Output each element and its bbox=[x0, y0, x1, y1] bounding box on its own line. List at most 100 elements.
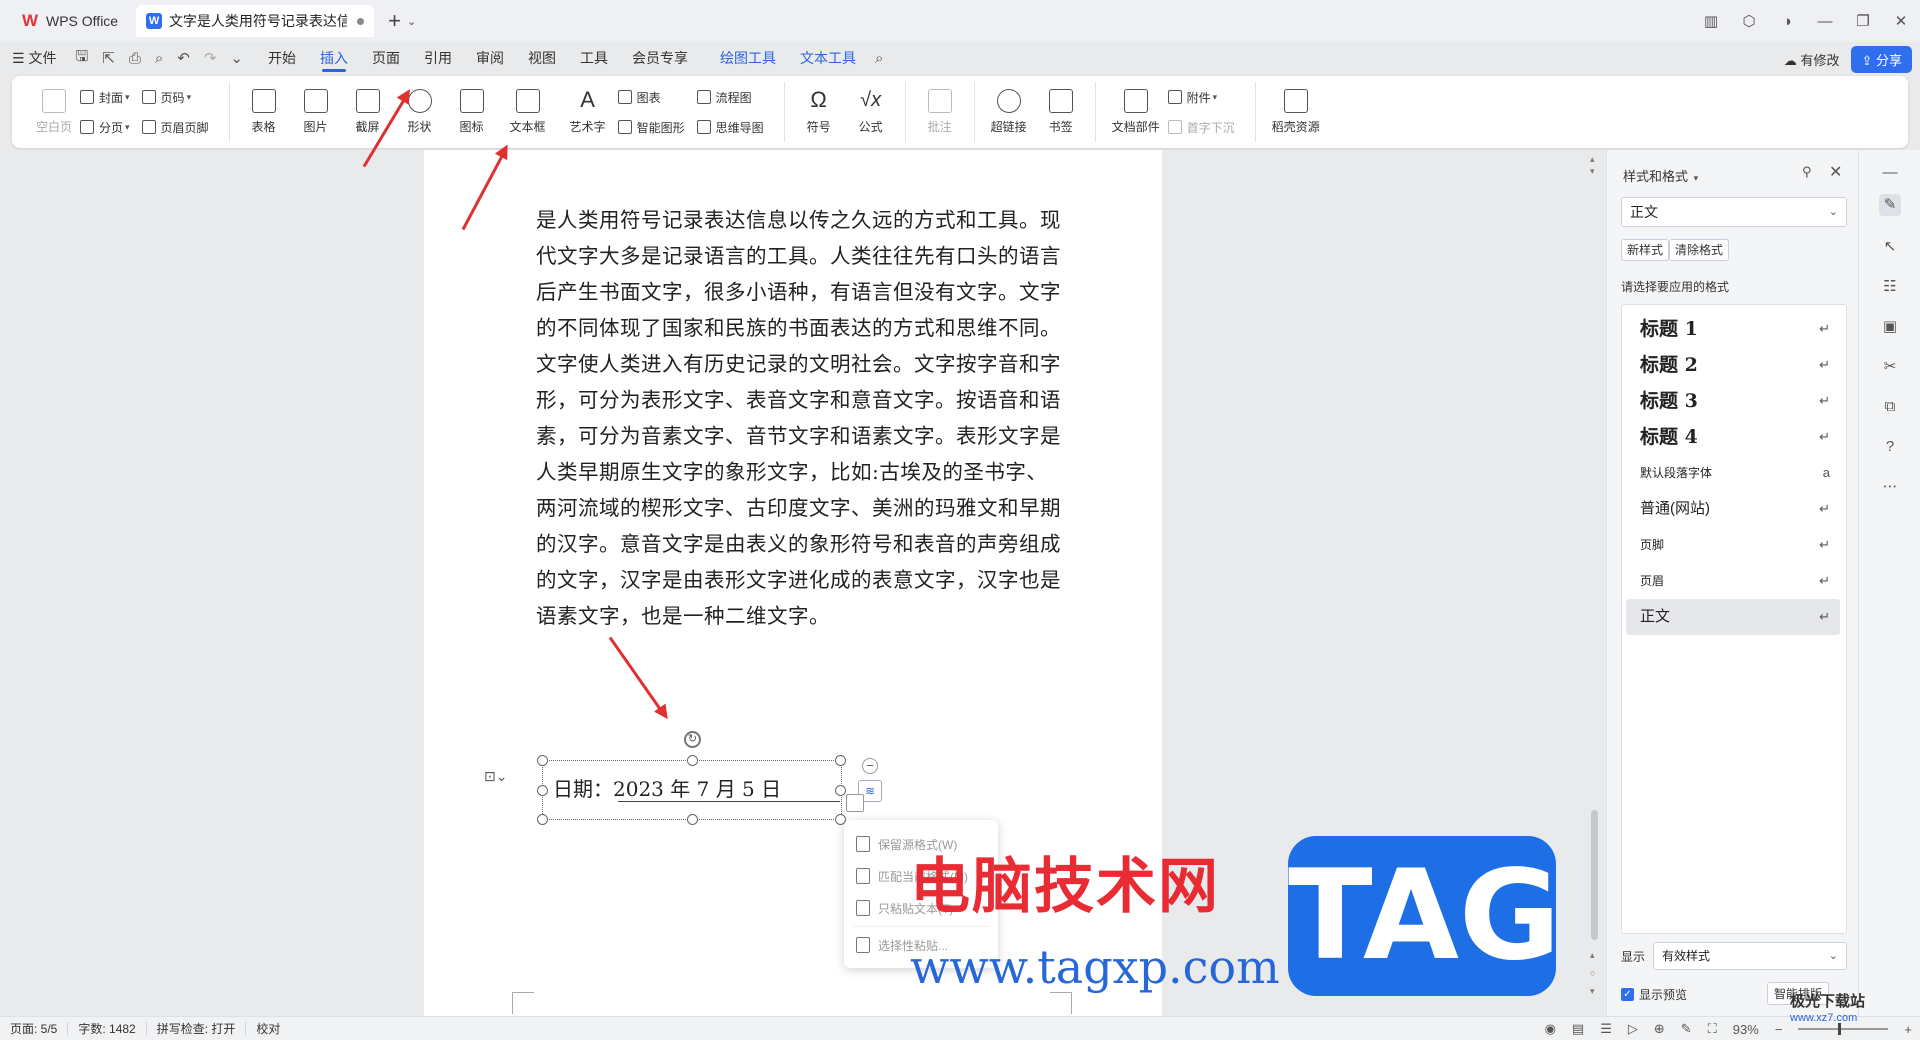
style-item-normal-web[interactable]: 普通(网站) ↵ bbox=[1626, 491, 1840, 527]
current-style-select[interactable]: 正文 ⌄ bbox=[1621, 197, 1847, 227]
styles-pen-icon[interactable]: ✎ bbox=[1879, 194, 1901, 216]
adjust-sliders-icon[interactable]: ☷ bbox=[1879, 276, 1901, 298]
resize-handle[interactable] bbox=[537, 785, 548, 796]
resize-handle[interactable] bbox=[537, 814, 548, 825]
hyperlink-button[interactable]: 超链接 bbox=[983, 82, 1035, 142]
export-icon[interactable]: ⇱ bbox=[95, 49, 122, 67]
scroll-top-icon[interactable]: ▴ bbox=[1590, 154, 1595, 165]
collapse-icon[interactable]: − bbox=[862, 758, 878, 774]
bookmark-button[interactable]: 书签 bbox=[1035, 82, 1087, 142]
document-tab[interactable]: W 文字是人类用符号记录表达信息以传之久远的方式和工具 bbox=[136, 5, 375, 37]
user-avatar-icon[interactable]: ◑ bbox=[1768, 13, 1806, 30]
select-browse-icon[interactable]: ○ bbox=[1590, 968, 1595, 978]
textbox-button[interactable]: 文本框 bbox=[498, 82, 558, 142]
chart-button[interactable]: 图表 bbox=[617, 89, 685, 106]
cube-icon[interactable]: ⬡ bbox=[1730, 12, 1768, 30]
picture-button[interactable]: 图片 bbox=[290, 82, 342, 142]
clear-format-button[interactable]: 清除格式 bbox=[1669, 239, 1730, 261]
attachment-button[interactable]: 附件 ▾ bbox=[1167, 89, 1235, 106]
style-item-heading-4[interactable]: 标题 4 ↵ bbox=[1626, 419, 1840, 455]
date-textbox[interactable]: ↻ 日期：2023 年 7 月 5 日 bbox=[537, 731, 846, 825]
scroll-up-icon[interactable]: ▾ bbox=[1590, 166, 1595, 177]
formula-button[interactable]: √x 公式 bbox=[845, 82, 897, 142]
outline-view-icon[interactable]: ☰ bbox=[1600, 1021, 1612, 1037]
page-count[interactable]: 页面: 5/5 bbox=[0, 1021, 69, 1036]
rotate-handle-icon[interactable]: ↻ bbox=[684, 731, 701, 748]
style-item-heading-3[interactable]: 标题 3 ↵ bbox=[1626, 383, 1840, 419]
next-page-icon[interactable]: ▾ bbox=[1590, 986, 1595, 997]
wordart-button[interactable]: A 艺术字 bbox=[558, 82, 618, 142]
scrollbar-thumb[interactable] bbox=[1591, 810, 1598, 940]
resize-handle[interactable] bbox=[687, 755, 698, 766]
resize-handle[interactable] bbox=[835, 785, 846, 796]
print-preview-icon[interactable]: ⌕ bbox=[148, 50, 170, 67]
vertical-scrollbar[interactable]: ▴ ▾ ▴ ○ ▾ bbox=[1586, 150, 1604, 1016]
anchor-icon[interactable]: ⊡⌄ bbox=[484, 768, 507, 785]
new-style-button[interactable]: 新样式 bbox=[1621, 239, 1670, 261]
print-icon[interactable]: ⎙ bbox=[122, 50, 148, 67]
file-menu[interactable]: ☰ 文件 bbox=[0, 42, 68, 74]
redo-icon[interactable]: ↷ bbox=[197, 49, 224, 67]
spell-check-status[interactable]: 拼写检查: 打开 bbox=[147, 1021, 247, 1036]
resize-handle[interactable] bbox=[835, 755, 846, 766]
zoom-slider[interactable] bbox=[1798, 1023, 1889, 1035]
table-button[interactable]: 表格 bbox=[238, 82, 290, 142]
undo-icon[interactable]: ↶ bbox=[170, 49, 197, 67]
resources-button[interactable]: 稻壳资源 bbox=[1264, 82, 1328, 142]
style-item-heading-2[interactable]: 标题 2 ↵ bbox=[1626, 347, 1840, 383]
close-icon[interactable]: ✕ bbox=[1829, 162, 1842, 182]
resize-handle[interactable] bbox=[687, 814, 698, 825]
body-paragraph[interactable]: 是人类用符号记录表达信息以传之久远的方式和工具。现代文字大多是记录语言的工具。人… bbox=[536, 202, 1066, 634]
unsaved-dot-icon[interactable] bbox=[357, 17, 365, 25]
show-preview-checkbox[interactable]: ✓ 显示预览 bbox=[1621, 986, 1687, 1003]
tab-tools[interactable]: 工具 bbox=[568, 42, 620, 74]
date-text[interactable]: 日期：2023 年 7 月 5 日 bbox=[553, 773, 781, 802]
style-item-header[interactable]: 页眉 ↵ bbox=[1626, 563, 1840, 599]
search-icon[interactable]: ⌕ bbox=[868, 50, 890, 67]
select-cursor-icon[interactable]: ↖ bbox=[1879, 236, 1901, 258]
tab-home[interactable]: 开始 bbox=[256, 42, 308, 74]
play-icon[interactable]: ▷ bbox=[1628, 1021, 1638, 1037]
tools-icon[interactable]: ✂ bbox=[1879, 356, 1901, 378]
restore-icon[interactable]: ❐ bbox=[1844, 12, 1882, 30]
paste-options-icon[interactable] bbox=[846, 794, 864, 812]
tab-list-chevron-icon[interactable]: ⌄ bbox=[407, 15, 416, 28]
collapse-panel-icon[interactable]: — bbox=[1879, 162, 1901, 184]
review-icon[interactable]: ⧉ bbox=[1879, 396, 1901, 418]
style-item-heading-1[interactable]: 标题 1 ↵ bbox=[1626, 311, 1840, 347]
cover-button[interactable]: 封面 ▾ bbox=[80, 89, 130, 106]
word-count[interactable]: 字数: 1482 bbox=[68, 1021, 147, 1036]
eye-protect-icon[interactable]: ◉ bbox=[1545, 1021, 1556, 1037]
resize-handle[interactable] bbox=[537, 755, 548, 766]
tab-insert[interactable]: 插入 bbox=[308, 42, 360, 74]
icon-button[interactable]: 图标 bbox=[446, 82, 498, 142]
tab-text-tools[interactable]: 文本工具 bbox=[788, 42, 868, 74]
tab-page[interactable]: 页面 bbox=[360, 42, 412, 74]
zoom-level[interactable]: 93% bbox=[1733, 1022, 1759, 1037]
pin-icon[interactable]: ⚲ bbox=[1802, 164, 1812, 180]
style-item-body[interactable]: 正文 ↵ bbox=[1626, 599, 1840, 635]
close-window-icon[interactable]: ✕ bbox=[1882, 12, 1920, 30]
layout-icon[interactable]: ▥ bbox=[1692, 12, 1730, 30]
tab-review[interactable]: 审阅 bbox=[464, 42, 516, 74]
zoom-out-icon[interactable]: − bbox=[1775, 1022, 1783, 1037]
show-filter-select[interactable]: 有效样式 ⌄ bbox=[1653, 942, 1847, 970]
save-icon[interactable]: 🖫 bbox=[68, 46, 95, 71]
style-item-default-font[interactable]: 默认段落字体 a bbox=[1626, 455, 1840, 491]
prev-page-icon[interactable]: ▴ bbox=[1590, 950, 1595, 961]
style-item-footer[interactable]: 页脚 ↵ bbox=[1626, 527, 1840, 563]
mindmap-button[interactable]: 思维导图 bbox=[696, 119, 764, 136]
blank-page-button[interactable]: 空白页 bbox=[28, 82, 80, 142]
tab-member[interactable]: 会员专享 bbox=[620, 42, 700, 74]
tab-view[interactable]: 视图 bbox=[516, 42, 568, 74]
proofread-button[interactable]: 校对 bbox=[246, 1022, 290, 1036]
web-view-icon[interactable]: ⊕ bbox=[1654, 1021, 1665, 1037]
new-tab-plus-icon[interactable]: + bbox=[388, 8, 401, 34]
share-button[interactable]: ⇪ 分享 bbox=[1851, 46, 1912, 73]
doc-parts-button[interactable]: 文档部件 bbox=[1104, 82, 1168, 142]
header-footer-button[interactable]: 页眉页脚 bbox=[141, 119, 209, 136]
help-icon[interactable]: ? bbox=[1879, 436, 1901, 458]
more-quick-icon[interactable]: ⌄ bbox=[223, 49, 250, 67]
fit-page-icon[interactable]: ⛶ bbox=[1708, 1021, 1717, 1037]
comment-button[interactable]: 批注 bbox=[914, 82, 966, 142]
